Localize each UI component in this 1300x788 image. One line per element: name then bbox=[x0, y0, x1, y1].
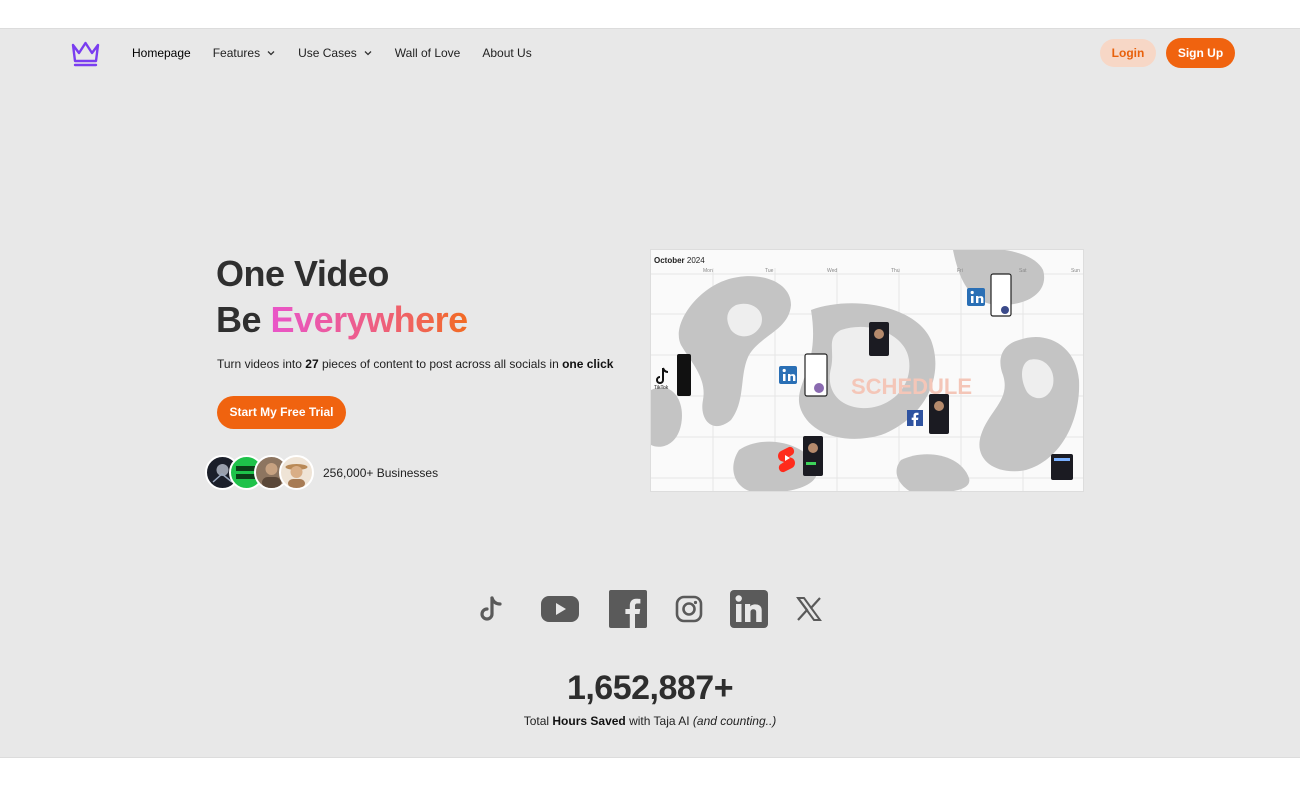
stats-line-a: Total bbox=[523, 714, 553, 728]
businesses-count: 256,000+ Businesses bbox=[323, 466, 439, 480]
video-thumbnail bbox=[869, 322, 889, 356]
nav-homepage[interactable]: Homepage bbox=[132, 45, 191, 61]
video-thumbnail bbox=[929, 394, 949, 434]
hours-saved-caption: Total Hours Saved with Taja AI (and coun… bbox=[0, 714, 1300, 728]
facebook-icon bbox=[907, 410, 923, 426]
avatar bbox=[279, 455, 314, 490]
hero-subtitle-b: 27 bbox=[305, 357, 319, 371]
nav-features-label: Features bbox=[212, 46, 261, 60]
nav-use-cases-label: Use Cases bbox=[298, 46, 357, 60]
hero-title: One Video Be Everywhere bbox=[216, 251, 468, 343]
video-thumbnail bbox=[677, 354, 691, 396]
nav-about-us[interactable]: About Us bbox=[482, 45, 531, 61]
hero-subtitle-c: pieces of content to post across all soc… bbox=[318, 357, 563, 371]
hero-title-line2: Be Everywhere bbox=[216, 297, 468, 343]
calendar-preview: SCHEDULE Mon Tue Wed Thu Fri Sat Sun Tik… bbox=[650, 249, 1084, 492]
calendar-year: 2024 bbox=[686, 256, 705, 265]
page-body: Homepage Features Use Cases Wall of Love… bbox=[0, 28, 1300, 758]
video-thumbnail bbox=[803, 436, 823, 476]
linkedin-icon bbox=[967, 288, 985, 306]
calendar-watermark: SCHEDULE bbox=[851, 374, 972, 399]
day-header: Fri bbox=[957, 268, 963, 274]
customer-avatars bbox=[205, 455, 315, 491]
day-header: Mon bbox=[703, 268, 713, 274]
nav-about-us-label: About Us bbox=[482, 46, 532, 60]
sign-up-button[interactable]: Sign Up bbox=[1166, 38, 1235, 68]
instagram-icon[interactable] bbox=[674, 589, 704, 629]
login-button[interactable]: Login bbox=[1100, 39, 1156, 67]
linkedin-icon bbox=[779, 366, 797, 384]
video-thumbnail bbox=[804, 353, 828, 397]
hero-subtitle-a: Turn videos into bbox=[217, 357, 306, 371]
nav-links: Homepage Features Use Cases Wall of Love… bbox=[132, 45, 554, 61]
crown-logo-icon[interactable] bbox=[70, 39, 101, 67]
start-free-trial-button[interactable]: Start My Free Trial bbox=[217, 396, 346, 429]
day-header: Sat bbox=[1019, 268, 1027, 274]
tiktok-icon bbox=[656, 367, 669, 384]
tiktok-label: TikTok bbox=[654, 385, 669, 391]
tiktok-icon[interactable] bbox=[478, 589, 504, 629]
calendar-month-name: October bbox=[654, 256, 685, 265]
linkedin-icon[interactable] bbox=[729, 589, 769, 629]
social-icons-row bbox=[470, 589, 830, 631]
day-header: Tue bbox=[765, 268, 774, 274]
stats-line-d: (and counting..) bbox=[692, 714, 777, 728]
hero-subtitle-d: one click bbox=[562, 357, 614, 371]
stats-line-c: with Taja AI bbox=[625, 714, 693, 728]
youtube-icon[interactable] bbox=[540, 589, 580, 629]
chevron-down-icon bbox=[267, 51, 275, 56]
nav-homepage-label: Homepage bbox=[132, 46, 191, 60]
day-header: Sun bbox=[1071, 268, 1080, 274]
calendar-month: October 2024 bbox=[654, 256, 705, 265]
x-icon[interactable] bbox=[794, 589, 824, 629]
hero-subtitle: Turn videos into 27 pieces of content to… bbox=[217, 357, 613, 371]
chevron-down-icon bbox=[364, 51, 372, 56]
video-thumbnail bbox=[990, 273, 1012, 317]
hours-saved-count: 1,652,887+ bbox=[566, 669, 734, 707]
hero-title-highlight: Everywhere bbox=[270, 299, 469, 340]
video-thumbnail bbox=[1051, 454, 1073, 480]
hero-title-prefix: Be bbox=[216, 299, 271, 340]
nav-use-cases[interactable]: Use Cases bbox=[298, 45, 373, 61]
nav-features[interactable]: Features bbox=[213, 45, 276, 61]
nav-wall-of-love[interactable]: Wall of Love bbox=[395, 45, 461, 61]
facebook-icon[interactable] bbox=[609, 589, 647, 629]
top-nav: Homepage Features Use Cases Wall of Love… bbox=[0, 29, 1300, 79]
day-header: Thu bbox=[891, 268, 900, 274]
nav-wall-of-love-label: Wall of Love bbox=[394, 46, 461, 60]
stats-line-b: Hours Saved bbox=[552, 714, 626, 728]
hero-title-line1: One Video bbox=[216, 253, 389, 294]
calendar-grid: SCHEDULE Mon Tue Wed Thu Fri Sat Sun Tik… bbox=[651, 250, 1083, 491]
day-header: Wed bbox=[827, 268, 837, 274]
